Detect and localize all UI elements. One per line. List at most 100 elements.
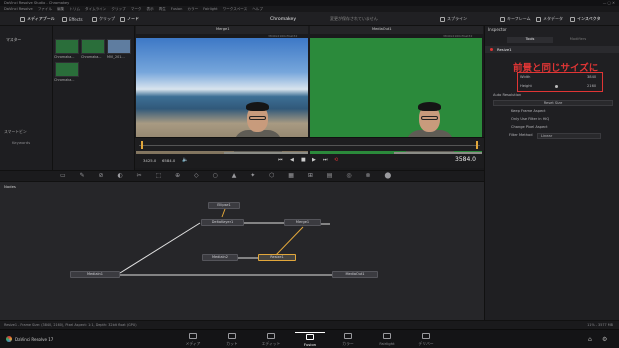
node-media-in1[interactable]: MediaIn1 [70, 271, 120, 278]
right-viewer-header: MediaOut1 [310, 26, 483, 34]
timecode-start: 3425.0 [143, 158, 157, 163]
node-resize[interactable]: Resize1 [258, 254, 296, 261]
clip-thumbnail[interactable] [55, 62, 79, 77]
filter-method-select[interactable]: Linear [537, 133, 601, 139]
page-navigation-bar: DaVinci Resolve 17 メディア カット エディット Fusion… [0, 329, 619, 348]
effects-button[interactable]: Effects [62, 15, 83, 23]
tab-modifiers[interactable]: Modifiers [555, 37, 601, 43]
height-value[interactable]: 2160 [587, 84, 596, 88]
clip-thumbnail[interactable] [55, 39, 79, 54]
auto-resolution-toggle[interactable]: Auto Resolution [493, 93, 613, 100]
width-value[interactable]: 3840 [587, 75, 596, 79]
metadata-button[interactable]: メタデータ [536, 15, 563, 23]
clip-label: Chromaka... [81, 55, 102, 59]
inspector-empty-area [484, 178, 619, 320]
color-page-icon [344, 333, 352, 339]
clip-label: Chromaka... [54, 55, 75, 59]
home-icon[interactable]: ⌂ [588, 336, 592, 343]
bin-master[interactable]: マスター [6, 37, 21, 43]
node-media-out[interactable]: MediaOut1 [332, 271, 378, 278]
stop-button[interactable]: ■ [301, 157, 306, 163]
play-reverse-button[interactable]: ◀ [290, 157, 294, 163]
menu-item[interactable]: カラー [187, 7, 198, 12]
clip-thumbnail[interactable] [107, 39, 131, 54]
clips-button[interactable]: クリップ [92, 15, 115, 23]
interface-toolbar: メディアプール Effects クリップ ノード Chromakey 変更が保存… [0, 12, 619, 26]
status-right: 11% - 3577 MB [587, 323, 613, 327]
loop-button[interactable]: ⟲ [334, 157, 338, 163]
audio-icon[interactable]: 🔈 [182, 157, 188, 163]
node-editor[interactable]: Nodes Ellipse1 DeltaKeyer1 Merge1 MediaI… [0, 182, 484, 320]
play-button[interactable]: ▶ [312, 157, 316, 163]
keep-frame-aspect-checkbox[interactable]: Keep Frame Aspect [493, 109, 613, 116]
current-frame: 3584.0 [455, 156, 476, 163]
menu-item[interactable]: クリップ [111, 7, 125, 12]
height-slider-knob[interactable] [555, 85, 558, 88]
go-to-end-button[interactable]: ⏭ [323, 157, 328, 163]
window-controls[interactable]: — ▢ ✕ [603, 1, 615, 5]
page-tab-cut[interactable]: カット [217, 332, 247, 347]
menu-item[interactable]: 表示 [147, 7, 154, 12]
range-end-marker[interactable] [476, 141, 478, 149]
settings-icon[interactable]: ⚙ [602, 336, 607, 343]
node-merge[interactable]: Merge1 [284, 219, 321, 226]
time-ruler[interactable] [135, 137, 484, 151]
media-pool-button[interactable]: メディアプール [20, 15, 55, 23]
smart-bin-keywords[interactable]: Keywords [12, 140, 30, 145]
status-left: Resize1 - Frame Size: (3840, 2160), Pixe… [4, 323, 137, 327]
menu-item[interactable]: Fusion [171, 7, 183, 11]
height-row: Height 2160 [520, 84, 597, 88]
app-version-label: DaVinci Resolve 17 [15, 337, 54, 342]
menu-item[interactable]: ファイル [38, 7, 52, 12]
nodes-button[interactable]: ノード [120, 15, 139, 23]
page-tab-media[interactable]: メディア [178, 332, 208, 347]
menu-item[interactable]: ヘルプ [252, 7, 263, 12]
menu-item[interactable]: Fairlight [203, 7, 217, 11]
reset-size-button[interactable]: Reset Size [493, 100, 613, 107]
page-tab-fairlight[interactable]: Fairlight [372, 332, 402, 347]
node-ellipse[interactable]: Ellipse1 [208, 202, 240, 209]
status-bar: Resize1 - Frame Size: (3840, 2160), Pixe… [0, 320, 619, 329]
right-viewer-node: MediaOut1 [372, 27, 392, 31]
inspector-title: Inspector [488, 27, 507, 32]
page-tab-fusion[interactable]: Fusion [295, 332, 325, 347]
inspector-button[interactable]: インスペクタ [570, 15, 600, 23]
keyframes-icon [500, 16, 505, 22]
menu-item[interactable]: 再生 [159, 7, 166, 12]
project-title: Chromakey [270, 16, 297, 22]
page-tab-edit[interactable]: エディット [256, 332, 286, 347]
fusion-tool-bar: ▭ ✎ ⊘ ◐ ✂ ⬚ ⊕ ◇ ○ ▲ ✦ ⬡ ▦ ⊞ ▤ ◎ ⊗ ⬤ [0, 170, 484, 182]
menu-item[interactable]: 編集 [57, 7, 64, 12]
menu-item[interactable]: タイムライン [85, 7, 106, 12]
smart-bins-header: スマートビン [4, 129, 27, 134]
node-connections [119, 208, 332, 276]
menu-item[interactable]: マーク [131, 7, 142, 12]
menu-item[interactable]: ワークスペース [223, 7, 248, 12]
node-media-in2[interactable]: MediaIn2 [202, 254, 238, 261]
node-name: Resize1 [497, 47, 512, 52]
page-tab-color[interactable]: カラー [333, 332, 363, 347]
page-tab-deliver[interactable]: デリバー [411, 332, 441, 347]
change-pixel-aspect-checkbox[interactable]: Change Pixel Aspect [493, 125, 613, 132]
deliver-page-icon [422, 333, 430, 339]
spline-button[interactable]: スプライン [440, 15, 467, 23]
playhead[interactable] [141, 141, 143, 149]
keyframes-button[interactable]: キーフレーム [500, 15, 531, 23]
clip-thumbnail[interactable] [81, 39, 105, 54]
menu-item[interactable]: トリム [69, 7, 80, 12]
fairlight-page-icon [383, 333, 391, 339]
clips-icon [92, 16, 97, 22]
go-to-start-button[interactable]: ⏮ [278, 157, 283, 163]
transport-bar: 3425.0 6584.0 🔈 ⏮ ◀ ■ ▶ ⏭ ⟲ 3584.0 [135, 154, 484, 168]
media-pool-panel: マスター スマートビン Keywords Chromaka... Chromak… [0, 26, 135, 178]
panel-divider [52, 26, 53, 178]
node-header: Resize1 [485, 46, 619, 53]
tool-icons[interactable]: ▭ ✎ ⊘ ◐ ✂ ⬚ ⊕ ◇ ○ ▲ ✦ ⬡ ▦ ⊞ ▤ ◎ ⊗ ⬤ [60, 172, 397, 179]
node-delta-keyer[interactable]: DeltaKeyer1 [201, 219, 244, 226]
tab-tools[interactable]: Tools [507, 37, 553, 43]
menu-item[interactable]: DaVinci Resolve [4, 7, 33, 11]
node-color-dot [490, 48, 493, 51]
only-hiq-checkbox[interactable]: Only Use Filter in HiQ [493, 117, 613, 124]
timecode-mid: 6584.0 [162, 158, 176, 163]
resolve-logo-icon [6, 336, 12, 342]
